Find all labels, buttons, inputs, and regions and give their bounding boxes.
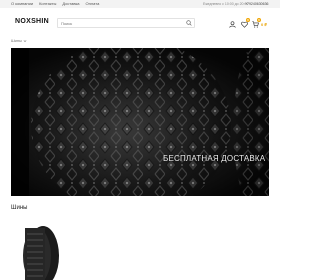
section-title: Шины bbox=[11, 205, 28, 211]
heart-icon[interactable] bbox=[241, 21, 248, 28]
banner-headline: БЕСПЛАТНАЯ ДОСТАВКА bbox=[163, 154, 266, 163]
nav-link-delivery[interactable]: Доставка bbox=[62, 1, 79, 7]
cart-icon[interactable] bbox=[252, 21, 259, 28]
tyre-product-image[interactable] bbox=[11, 216, 71, 280]
top-bar: О компании Контакты Доставка Оплата Ежед… bbox=[0, 0, 280, 8]
phone-link[interactable]: +79240630636 bbox=[245, 1, 268, 7]
nav-link-payment[interactable]: Оплата bbox=[86, 1, 100, 7]
cart-total[interactable]: 0 ₽ bbox=[261, 22, 267, 27]
breadcrumb: Шины bbox=[11, 38, 27, 43]
user-icon[interactable] bbox=[229, 21, 236, 28]
search-icon[interactable] bbox=[186, 20, 192, 26]
search-input[interactable] bbox=[61, 19, 181, 27]
working-hours: Ежедневно с 10:00 до 20:00 bbox=[203, 2, 249, 6]
header: NOXSHIN 0 0 0 ₽ bbox=[0, 8, 280, 36]
nav-link-about[interactable]: О компании bbox=[11, 1, 33, 7]
top-nav: О компании Контакты Доставка Оплата bbox=[11, 1, 99, 7]
breadcrumb-item[interactable]: Шины bbox=[11, 38, 22, 43]
winter-tyre-image bbox=[11, 48, 269, 196]
site-logo[interactable]: NOXSHIN bbox=[15, 18, 49, 25]
promo-banner[interactable]: БЕСПЛАТНАЯ ДОСТАВКА bbox=[11, 48, 269, 196]
search-box bbox=[57, 18, 195, 28]
favorites-count-badge: 0 bbox=[246, 18, 250, 22]
nav-link-contacts[interactable]: Контакты bbox=[39, 1, 56, 7]
chevron-down-icon[interactable] bbox=[23, 39, 27, 43]
